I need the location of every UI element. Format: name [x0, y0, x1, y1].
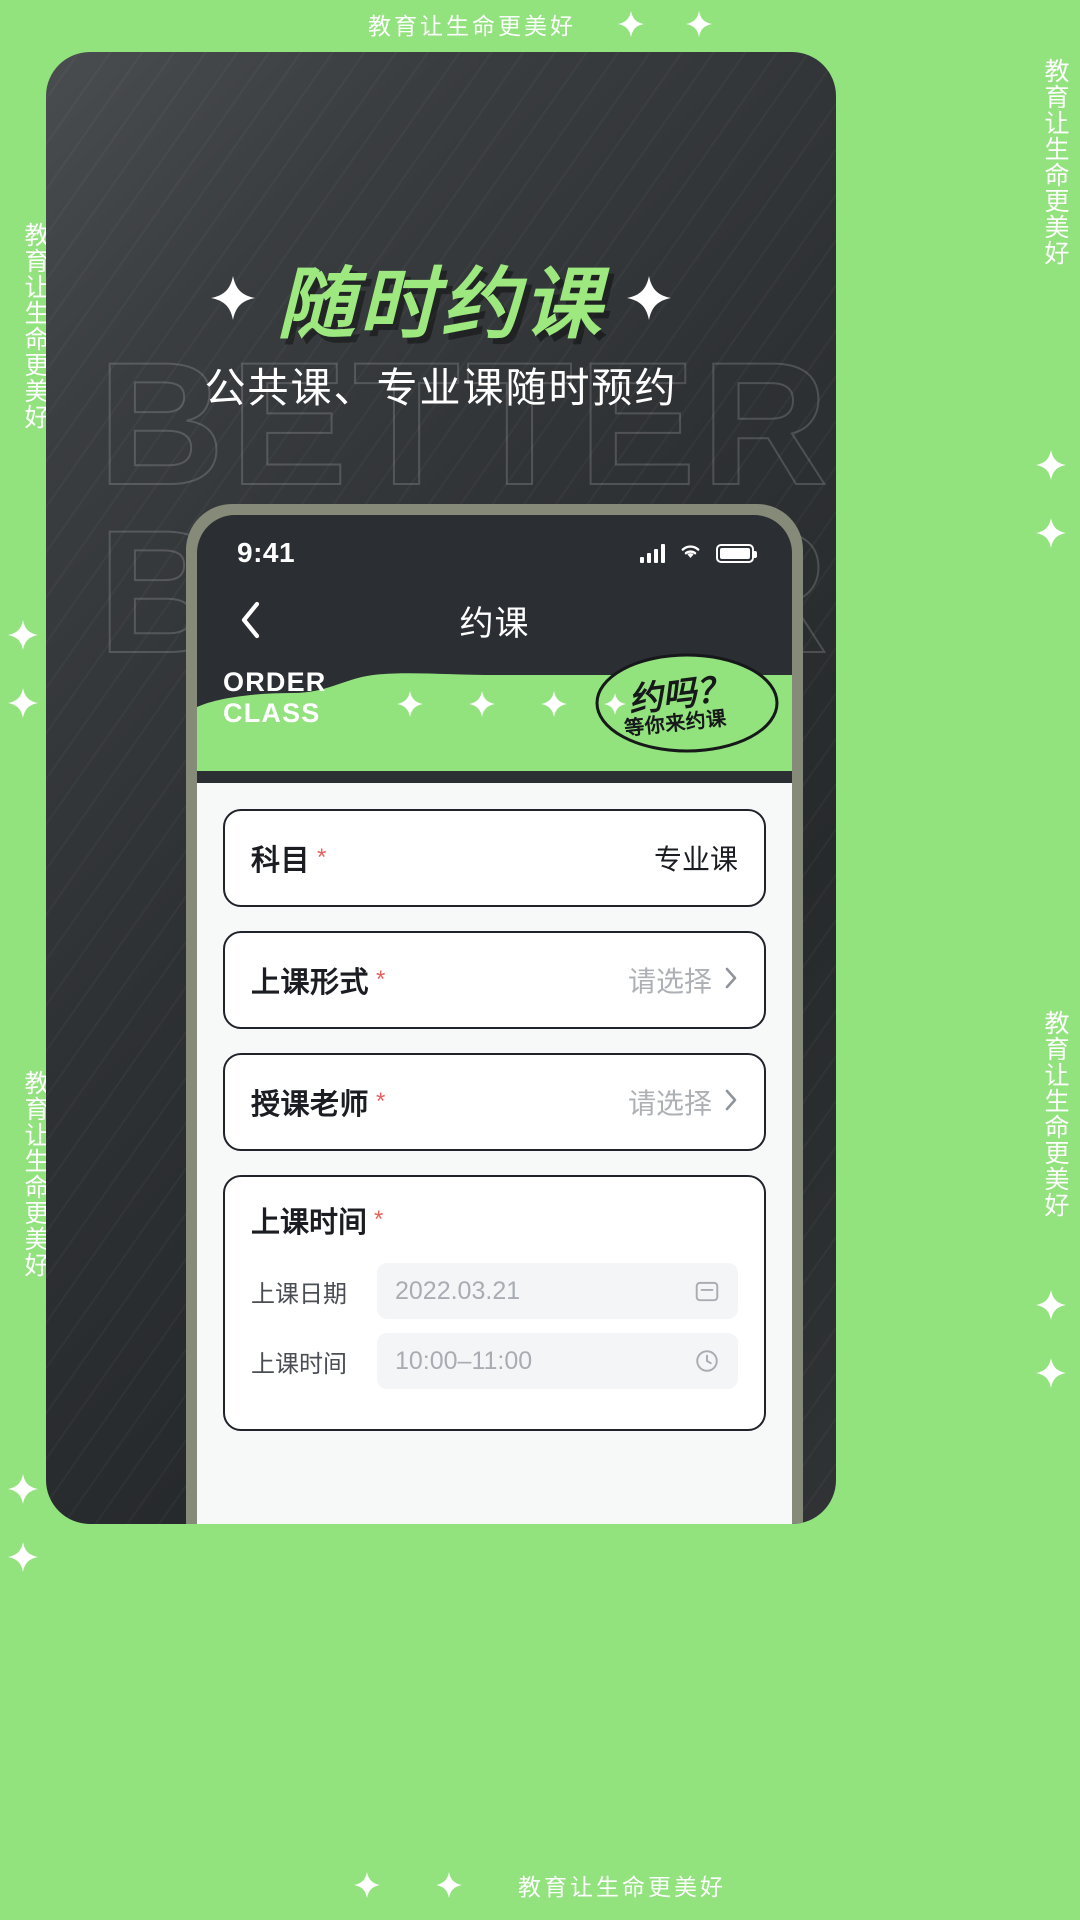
field-class-format-label-text: 上课形式: [251, 967, 370, 999]
bottom-slogan: 教育让生命更美好: [518, 1874, 726, 1900]
poster-card: BETTER BETTER 随时约课 公共课、专业课随时预约 9:41: [46, 52, 836, 1524]
field-class-time-title: 上课时间 *: [251, 1199, 738, 1241]
status-bar: 9:41: [197, 515, 792, 581]
poster-title: 随时约课: [276, 260, 605, 348]
required-marker: *: [374, 1206, 384, 1233]
four-point-star-icon: [1036, 1290, 1066, 1320]
field-subject-value-group: 专业课: [654, 838, 738, 878]
class-date-value: 2022.03.21: [395, 1276, 521, 1305]
field-class-format-label: 上课形式 *: [251, 959, 386, 1001]
hero-banner: ORDER CLASS 约吗？ 等你来约课: [197, 653, 792, 771]
four-point-star-icon: [436, 1872, 462, 1898]
class-date-row: 上课日期 2022.03.21: [251, 1263, 738, 1319]
promo-bubble: 约吗？ 等你来约课: [594, 651, 780, 755]
class-date-label: 上课日期: [251, 1280, 347, 1308]
four-point-star-icon: [397, 691, 423, 717]
four-point-star-icon: [8, 1474, 38, 1504]
field-class-time-title-text: 上课时间: [251, 1207, 368, 1239]
four-point-star-icon: [1036, 518, 1066, 548]
bottom-decor-banner: 教育让生命更美好: [0, 1850, 1080, 1920]
chevron-right-icon: [724, 966, 738, 995]
poster-title-row: 随时约课: [46, 242, 836, 354]
required-marker: *: [376, 1088, 386, 1115]
status-icons: [640, 541, 757, 565]
field-class-format-value: 请选择: [627, 966, 712, 997]
field-class-format[interactable]: 上课形式 * 请选择: [223, 931, 766, 1029]
order-class-line-2: CLASS: [223, 698, 321, 729]
required-marker: *: [376, 966, 386, 993]
field-teacher-label-text: 授课老师: [251, 1089, 370, 1121]
side-slogan-right-bottom: 教育让生命更美好: [1041, 1010, 1069, 1218]
four-point-star-icon: [1036, 450, 1066, 480]
clock-icon[interactable]: [694, 1348, 720, 1374]
four-point-star-icon: [618, 11, 644, 37]
field-subject-label-text: 科目: [251, 845, 311, 877]
four-point-star-icon: [8, 1542, 38, 1572]
signal-bars-icon: [640, 543, 665, 563]
field-teacher-value-group[interactable]: 请选择: [628, 1082, 738, 1122]
chevron-right-icon: [724, 1088, 738, 1117]
app-navbar: 约课: [197, 581, 792, 659]
page-title: 约课: [459, 604, 530, 643]
four-point-star-icon: [8, 620, 38, 650]
poster-subtitle: 公共课、专业课随时预约: [204, 365, 678, 411]
phone-mockup: 9:41 约课 ORDER CLASS 约吗？ 等你来约课 科目 * 专业课 上…: [186, 504, 803, 1524]
four-point-star-icon: [210, 276, 255, 320]
top-decor-banner: 教育让生命更美好: [0, 0, 1080, 48]
class-time-label: 上课时间: [251, 1350, 347, 1378]
four-point-star-icon: [627, 276, 671, 320]
calendar-icon[interactable]: [694, 1278, 720, 1304]
side-slogan-right-top: 教育让生命更美好: [1041, 58, 1069, 266]
wifi-icon: [678, 541, 703, 565]
class-date-input[interactable]: 2022.03.21: [377, 1263, 738, 1319]
top-slogan: 教育让生命更美好: [368, 13, 576, 39]
status-time: 9:41: [237, 537, 296, 568]
phone-screen: 9:41 约课 ORDER CLASS 约吗？ 等你来约课 科目 * 专业课 上…: [197, 515, 792, 1524]
field-subject[interactable]: 科目 * 专业课: [223, 809, 766, 907]
class-time-input[interactable]: 10:00–11:00: [377, 1333, 738, 1389]
booking-form-sheet: 科目 * 专业课 上课形式 * 请选择 授课老师 * 请选择 上课时间 * 上课…: [197, 783, 792, 1524]
order-class-label: ORDER CLASS: [223, 667, 327, 730]
order-class-line-1: ORDER: [223, 667, 327, 697]
field-teacher-value: 请选择: [627, 1088, 712, 1119]
field-teacher-label: 授课老师 *: [251, 1081, 386, 1123]
four-point-star-icon: [354, 1872, 380, 1898]
four-point-star-icon: [8, 688, 38, 718]
field-subject-value: 专业课: [653, 844, 738, 875]
field-teacher[interactable]: 授课老师 * 请选择: [223, 1053, 766, 1151]
chevron-left-icon[interactable]: [227, 597, 273, 643]
four-point-star-icon: [686, 11, 712, 37]
four-point-star-icon: [1036, 1358, 1066, 1388]
four-point-star-icon: [469, 691, 495, 717]
field-class-time-block: 上课时间 * 上课日期 2022.03.21 上课时间 10:00–11:00: [223, 1175, 766, 1431]
field-subject-label: 科目 *: [251, 837, 327, 879]
class-time-row: 上课时间 10:00–11:00: [251, 1333, 738, 1389]
required-marker: *: [317, 844, 327, 871]
four-point-star-icon: [541, 691, 567, 717]
field-class-format-value-group[interactable]: 请选择: [628, 960, 738, 1000]
class-time-value: 10:00–11:00: [395, 1346, 533, 1375]
battery-icon: [716, 543, 757, 563]
